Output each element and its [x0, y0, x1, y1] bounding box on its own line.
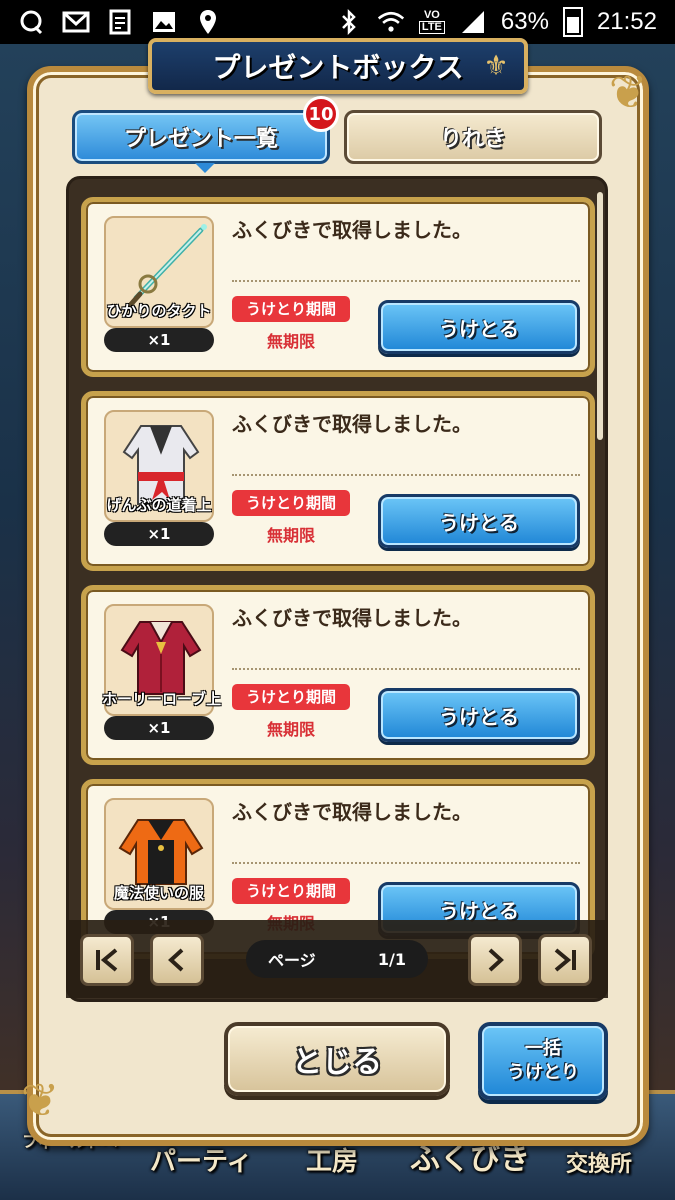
- nav-workshop[interactable]: 工房: [306, 1141, 358, 1178]
- receive-all-button[interactable]: 一括 うけとり: [478, 1022, 608, 1100]
- mail-icon: [62, 8, 90, 36]
- item-name: ホーリーローブ上: [102, 690, 222, 708]
- next-page-button[interactable]: [468, 934, 522, 986]
- divider: [232, 280, 580, 282]
- wifi-icon: [377, 8, 405, 36]
- bluetooth-icon: [335, 8, 363, 36]
- corner-ornament-icon: ❦: [20, 1073, 60, 1127]
- present-card: げんぶの道着上 ×1 ふくびきで取得しました。 うけとり期間 無期限 うけとる: [81, 391, 595, 571]
- first-page-icon: [96, 948, 118, 972]
- chevron-left-icon: [168, 948, 184, 972]
- receive-button[interactable]: うけとる: [378, 300, 580, 354]
- period-value: 無期限: [266, 720, 315, 739]
- period-value: 無期限: [266, 526, 315, 545]
- item-name: ひかりのタクト: [106, 302, 212, 320]
- period-label: うけとり期間: [232, 684, 350, 710]
- first-page-button[interactable]: [80, 934, 134, 986]
- divider: [232, 668, 580, 670]
- divider: [232, 862, 580, 864]
- item-name: げんぶの道着上: [106, 496, 212, 514]
- battery-percent: 63%: [500, 8, 549, 35]
- period-label: うけとり期間: [232, 878, 350, 904]
- page-indicator: ページ 1/1: [246, 940, 428, 978]
- nav-party[interactable]: パーティ: [150, 1141, 252, 1178]
- present-card: ひかりのタクト ×1 ふくびきで取得しました。 うけとり期間 無期限 うけとる: [81, 197, 595, 377]
- item-quantity: ×1: [104, 522, 214, 546]
- last-page-icon: [554, 948, 576, 972]
- present-message: ふくびきで取得しました。: [232, 218, 472, 242]
- present-list[interactable]: ひかりのタクト ×1 ふくびきで取得しました。 うけとり期間 無期限 うけとる …: [66, 176, 608, 1002]
- item-quantity: ×1: [104, 328, 214, 352]
- close-button[interactable]: とじる: [224, 1022, 450, 1096]
- clock: 21:52: [596, 8, 657, 35]
- nav-exchange[interactable]: 交換所: [566, 1146, 632, 1178]
- page-value: 1/1: [377, 949, 406, 969]
- previous-page-button[interactable]: [150, 934, 204, 986]
- message-icon: [18, 8, 46, 36]
- period-label: うけとり期間: [232, 296, 350, 322]
- corner-ornament-icon: ❦: [608, 65, 648, 119]
- period-label: うけとり期間: [232, 490, 350, 516]
- dialog-title: プレゼントボックス: [148, 38, 528, 94]
- signal-icon: [459, 8, 487, 36]
- receive-button[interactable]: うけとる: [378, 494, 580, 548]
- pagination-bar: ページ 1/1: [66, 920, 608, 998]
- news-icon: [106, 8, 134, 36]
- tab-history[interactable]: りれき: [344, 110, 602, 164]
- tab-present-list[interactable]: プレゼント一覧: [72, 110, 330, 173]
- divider: [232, 474, 580, 476]
- image-icon: [150, 8, 178, 36]
- present-message: ふくびきで取得しました。: [232, 606, 472, 630]
- receive-button[interactable]: うけとる: [378, 688, 580, 742]
- unread-count-badge: 10: [303, 96, 339, 132]
- fleur-de-lis-icon: ⚜: [483, 49, 509, 82]
- item-quantity: ×1: [104, 716, 214, 740]
- chevron-right-icon: [488, 948, 504, 972]
- period-value: 無期限: [266, 332, 315, 351]
- volte-indicator: VO LTE: [418, 10, 445, 34]
- present-message: ふくびきで取得しました。: [232, 800, 472, 824]
- present-message: ふくびきで取得しました。: [232, 412, 472, 436]
- page-label: ページ: [268, 951, 316, 970]
- location-icon: [194, 8, 222, 36]
- last-page-button[interactable]: [538, 934, 592, 986]
- battery-icon: [562, 7, 583, 37]
- present-card: ホーリーローブ上 ×1 ふくびきで取得しました。 うけとり期間 無期限 うけとる: [81, 585, 595, 765]
- item-name: 魔法使いの服: [113, 884, 204, 902]
- list-scrollbar[interactable]: [597, 192, 603, 440]
